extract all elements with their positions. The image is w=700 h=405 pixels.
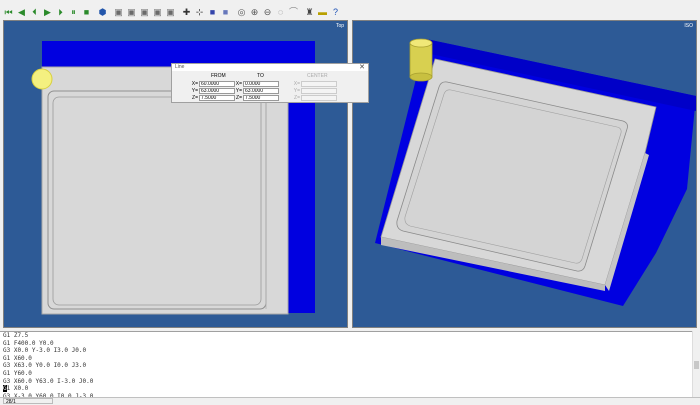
tool-marker [31,68,53,90]
view-top-button[interactable]: ▣ [113,7,124,18]
material-button[interactable]: ■ [207,7,218,18]
center-z-field [301,95,337,101]
to-header: TO [257,73,264,79]
rewind-start-button[interactable]: ⏮ [3,7,14,18]
to-z-field[interactable]: 7.5000 [243,95,279,101]
step-forward-button[interactable]: ⏵ [55,7,66,18]
close-icon[interactable]: ✕ [359,64,365,71]
view-iso-button[interactable]: ▣ [152,7,163,18]
step-back-icon: ◀ [18,7,25,17]
view-iso-icon: ▣ [153,7,162,17]
code-line[interactable]: G1 Y60.0 [3,370,700,378]
zoom-fit-icon: ◎ [237,7,246,17]
pause-button[interactable]: ⏸ [68,7,79,18]
arc-icon: ⌒ [288,7,298,17]
view-label-iso: ISO [684,23,693,29]
code-line[interactable]: G3 X0.0 Y-3.0 I3.0 J0.0 [3,347,700,355]
from-y-label: Y= [191,88,198,94]
center-z-label: Z= [294,95,300,101]
step-back-button[interactable]: ◀ [16,7,27,18]
view-side-button[interactable]: ▣ [139,7,150,18]
center-y-field [301,88,337,94]
view-front-icon: ▣ [127,7,136,17]
tool-icon: ⬢ [98,7,107,17]
part-plate [41,66,289,315]
zoom-out-button[interactable]: ⊖ [262,7,273,18]
view-side-icon: ▣ [140,7,149,17]
ruler-button[interactable]: ▬ [317,7,328,18]
status-bar: 28/1 [0,397,700,405]
play-button[interactable]: ▶ [42,7,53,18]
gcode-editor[interactable]: G1 Z7.5 G1 F400.0 Y0.0 G3 X0.0 Y-3.0 I3.0 … [0,331,700,397]
editor-scrollbar[interactable] [692,331,700,397]
pause-icon: ⏸ [71,7,76,17]
code-line[interactable]: G1 X60.0 [3,355,700,363]
move-icon: ⊹ [195,7,204,17]
code-line[interactable]: G1 F400.0 Y0.0 [3,340,700,348]
code-line-text: 1 X0.0 [6,385,29,393]
tool-button[interactable]: ⬢ [97,7,108,18]
pan-icon: ✚ [182,7,191,17]
code-line[interactable]: G3 X63.0 Y0.0 I0.0 J3.0 [3,362,700,370]
zoom-out-icon: ⊖ [263,7,272,17]
to-z-label: Z= [236,95,242,101]
pan-button[interactable]: ✚ [181,7,192,18]
zoom-in-icon: ⊕ [250,7,259,17]
zoom-fit-button[interactable]: ◎ [236,7,247,18]
from-header: FROM [211,73,226,79]
viewport-iso[interactable]: ISO [352,20,697,328]
solid-button[interactable]: ■ [220,7,231,18]
help-icon: ? [332,7,338,17]
zoom-window-icon: ◌ [277,7,284,17]
dialog-title: Line [172,64,368,71]
zoom-in-button[interactable]: ⊕ [249,7,260,18]
from-x-label: X= [191,81,198,87]
help-button[interactable]: ? [330,7,341,18]
view-iso2-icon: ▣ [166,7,175,17]
play-icon: ▶ [44,7,51,17]
center-x-label: X= [293,81,300,87]
step-back-one-icon: ⏴ [32,7,37,17]
view-front-button[interactable]: ▣ [126,7,137,18]
view-iso2-button[interactable]: ▣ [165,7,176,18]
ruler-icon: ▬ [318,7,327,17]
toolbar: ⏮ ◀ ⏴ ▶ ⏵ ⏸ ■ ⬢ ▣ ▣ ▣ ▣ ▣ ✚ ⊹ ■ ■ ◎ ⊕ ⊖ ◌ ⌒ ♜ ▬? [0,5,700,20]
code-line[interactable]: G3 X60.0 Y63.0 I-3.0 J0.0 [3,378,700,386]
to-x-field[interactable]: 0.0000 [243,81,279,87]
line-indicator: 28/1 [3,398,53,405]
code-line[interactable]: G1 Z7.5 [3,332,700,340]
to-y-label: Y= [235,88,242,94]
arc-button[interactable]: ⌒ [288,7,299,18]
stop-button[interactable]: ■ [81,7,92,18]
rewind-start-icon: ⏮ [4,7,13,17]
line-dialog: Line ✕ FROM TO CENTER X= 60.0000 Y= 63.0… [171,63,369,103]
move-button[interactable]: ⊹ [194,7,205,18]
tool-cylinder [409,42,433,78]
settings-tool-button[interactable]: ♜ [304,7,315,18]
center-y-label: Y= [293,88,300,94]
solid-icon: ■ [222,7,229,17]
scrollbar-thumb[interactable] [694,361,699,369]
stop-icon: ■ [83,7,90,17]
to-y-field[interactable]: 63.0000 [243,88,279,94]
material-icon: ■ [209,7,216,17]
center-x-field [301,81,337,87]
view-label-top: Top [335,23,344,29]
step-forward-icon: ⏵ [58,7,63,17]
code-line[interactable]: G1 X0.0 [3,385,700,393]
step-back-one-button[interactable]: ⏴ [29,7,40,18]
settings-tool-icon: ♜ [305,7,314,17]
iso-tool-marker [409,38,433,82]
center-header: CENTER [307,73,328,79]
view-top-icon: ▣ [114,7,123,17]
to-x-label: X= [235,81,242,87]
iso-view-canvas [375,38,696,306]
zoom-window-button[interactable]: ◌ [275,7,286,18]
from-z-label: Z= [192,95,198,101]
